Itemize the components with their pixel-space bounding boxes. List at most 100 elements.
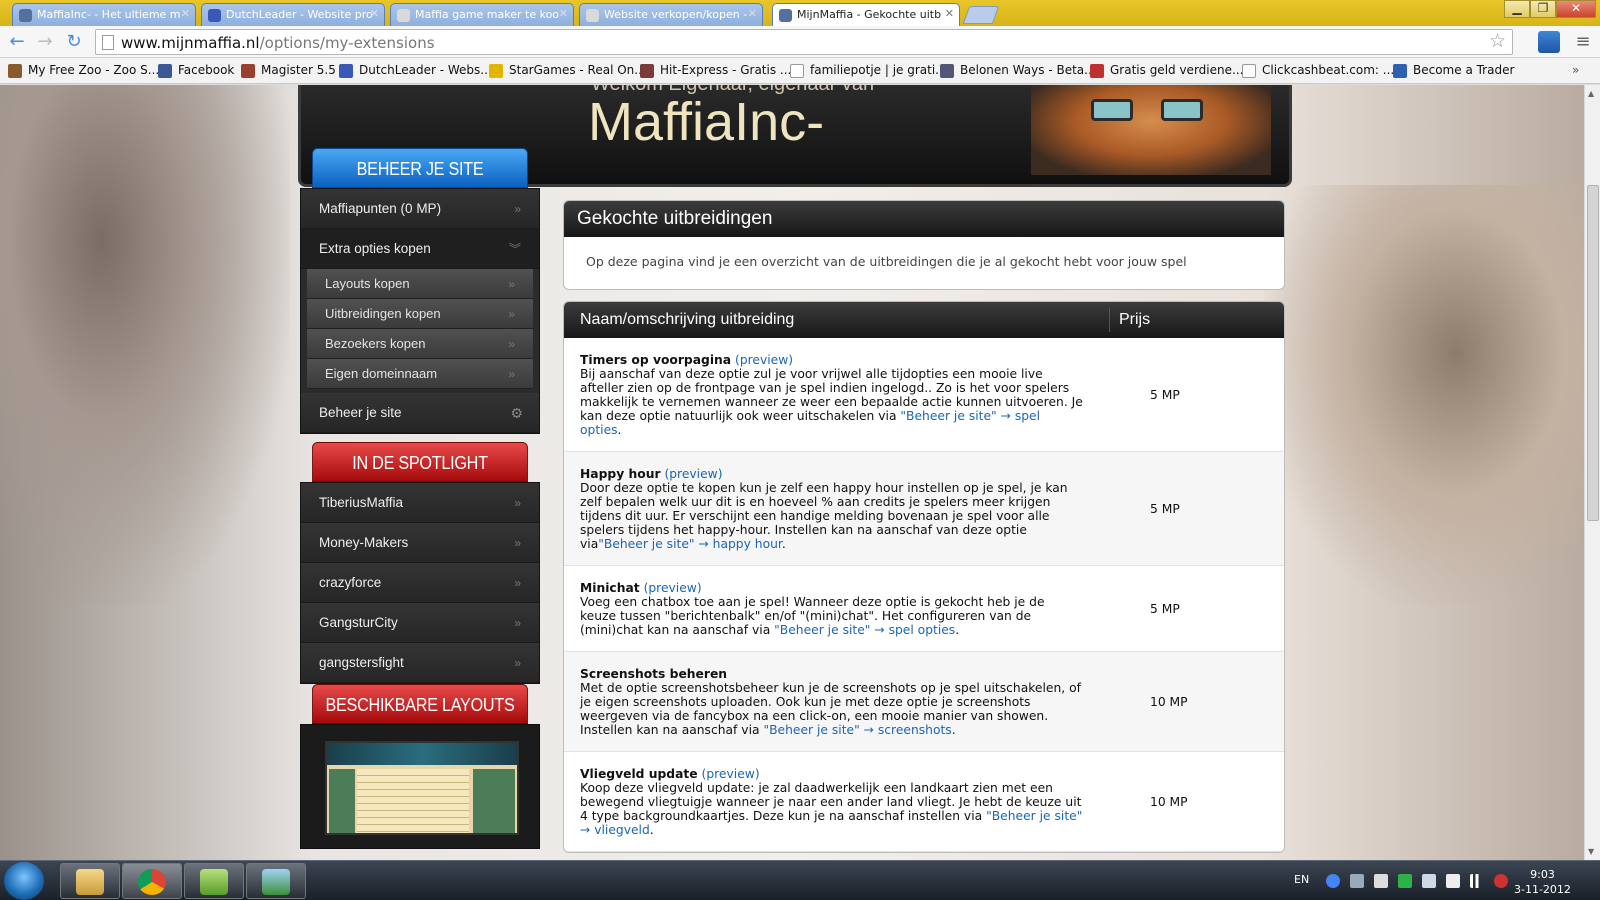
reload-icon[interactable]: ↻ bbox=[63, 31, 85, 53]
tab-maffiainc[interactable]: MaffiaInc- - Het ultieme m ✕ bbox=[12, 3, 196, 26]
manage-site-header: BEHEER JE SITE bbox=[312, 148, 528, 188]
extension-price: 10 MP bbox=[1150, 694, 1188, 709]
more-bookmarks-icon[interactable]: » bbox=[1572, 63, 1579, 77]
submenu-item-uitbreidingen[interactable]: Uitbreidingen kopen» bbox=[307, 299, 533, 329]
scroll-down-arrow-icon[interactable]: ▼ bbox=[1588, 847, 1594, 856]
power-icon[interactable] bbox=[1446, 874, 1460, 888]
chrome-icon bbox=[138, 869, 166, 895]
extension-name: Timers op voorpagina bbox=[580, 353, 732, 367]
taskbar-app[interactable] bbox=[184, 863, 244, 899]
preview-link[interactable]: (preview) bbox=[664, 467, 722, 481]
spotlight-item[interactable]: crazyforce» bbox=[301, 563, 539, 603]
close-tab-icon[interactable]: ✕ bbox=[181, 7, 190, 20]
tab-title: DutchLeader - Website pro bbox=[226, 8, 373, 21]
extensions-table: Naam/omschrijving uitbreiding Prijs Time… bbox=[563, 301, 1285, 853]
menu-item-maffiapunten[interactable]: Maffiapunten (0 MP)» bbox=[301, 189, 539, 229]
sentence-end: . bbox=[951, 723, 956, 737]
bookmark-item[interactable]: Hit-Express - Gratis ... bbox=[640, 63, 791, 78]
table-row: Timers op voorpagina (preview) Bij aansc… bbox=[564, 338, 1284, 452]
chevron-right-icon: » bbox=[514, 536, 521, 550]
chevron-down-icon: ︾ bbox=[508, 242, 521, 256]
bookmark-item[interactable]: Gratis geld verdiene... bbox=[1090, 63, 1243, 78]
background-artwork-left bbox=[0, 85, 290, 605]
minimize-button[interactable]: ▁ bbox=[1504, 0, 1530, 18]
page-title: Gekochte uitbreidingen bbox=[564, 201, 1284, 237]
chevron-right-icon: » bbox=[514, 656, 521, 670]
menu-item-beheer[interactable]: Beheer je site ⚙ bbox=[301, 393, 539, 433]
menu-item-extra-opties[interactable]: Extra opties kopen ︾ bbox=[301, 229, 539, 269]
scroll-up-arrow-icon[interactable]: ▲ bbox=[1588, 89, 1594, 98]
close-window-button[interactable]: ✕ bbox=[1556, 0, 1596, 18]
volume-muted-icon[interactable] bbox=[1494, 874, 1508, 888]
spotlight-item[interactable]: Money-Makers» bbox=[301, 523, 539, 563]
system-clock[interactable]: 9:03 3-11-2012 bbox=[1514, 867, 1571, 897]
submenu-item-layouts[interactable]: Layouts kopen» bbox=[307, 269, 533, 299]
close-tab-icon[interactable]: ✕ bbox=[559, 7, 568, 20]
bookmark-item[interactable]: Clickcashbeat.com: ... bbox=[1242, 63, 1394, 78]
spotlight-item[interactable]: TiberiusMaffia» bbox=[301, 483, 539, 523]
bookmark-favicon-icon bbox=[940, 64, 954, 78]
check-icon[interactable] bbox=[1398, 874, 1412, 888]
spotlight-item[interactable]: GangsturCity» bbox=[301, 603, 539, 643]
chrome-tray-icon[interactable] bbox=[1326, 874, 1340, 888]
bookmark-item[interactable]: familiepotje | je grati... bbox=[790, 63, 947, 78]
bookmark-item[interactable]: DutchLeader - Webs... bbox=[339, 63, 492, 78]
bookmark-item[interactable]: Magister 5.5 bbox=[241, 63, 336, 78]
spotlight-item[interactable]: gangstersfight» bbox=[301, 643, 539, 683]
settings-link[interactable]: "Beheer je site" → spel opties bbox=[774, 623, 955, 637]
taskbar-app[interactable] bbox=[246, 863, 306, 899]
flag-icon[interactable] bbox=[1374, 874, 1388, 888]
start-button[interactable] bbox=[4, 862, 44, 900]
bookmark-item[interactable]: My Free Zoo - Zoo S... bbox=[8, 63, 159, 78]
tab-mijnmaffia[interactable]: MijnMaffia - Gekochte uitb ✕ bbox=[772, 3, 960, 27]
intro-text: Op deze pagina vind je een overzicht van… bbox=[586, 254, 1187, 269]
taskbar-chrome[interactable] bbox=[122, 863, 182, 899]
address-bar[interactable]: www.mijnmaffia.nl/options/my-extensions … bbox=[95, 29, 1513, 55]
language-indicator[interactable]: EN bbox=[1294, 873, 1309, 886]
forward-arrow-icon[interactable]: → bbox=[34, 31, 56, 53]
tab-dutchleader[interactable]: DutchLeader - Website pro ✕ bbox=[201, 3, 385, 26]
money-icon bbox=[200, 869, 228, 895]
bookmark-favicon-icon bbox=[1393, 64, 1407, 78]
tab-website-verkopen[interactable]: Website verkopen/kopen - ✕ bbox=[579, 3, 763, 26]
browser-toolbar: ← → ↻ www.mijnmaffia.nl/options/my-exten… bbox=[0, 26, 1600, 58]
scrollbar-thumb[interactable] bbox=[1587, 185, 1599, 521]
maximize-button[interactable]: ❐ bbox=[1530, 0, 1556, 18]
back-arrow-icon[interactable]: ← bbox=[6, 31, 28, 53]
menu-icon[interactable]: ≡ bbox=[1572, 31, 1594, 53]
browser-tab-strip: MaffiaInc- - Het ultieme m ✕ DutchLeader… bbox=[0, 0, 1600, 27]
display-icon[interactable] bbox=[1422, 874, 1436, 888]
chevron-right-icon: » bbox=[508, 307, 515, 321]
layout-thumbnail[interactable] bbox=[325, 741, 519, 835]
column-divider bbox=[1109, 308, 1110, 332]
close-tab-icon[interactable]: ✕ bbox=[370, 7, 379, 20]
bookmark-favicon-icon bbox=[8, 64, 22, 78]
layout-thumb-header bbox=[327, 743, 517, 765]
windows-taskbar: EN 9:03 3-11-2012 bbox=[0, 860, 1600, 900]
chevron-right-icon: » bbox=[514, 496, 521, 510]
close-tab-icon[interactable]: ✕ bbox=[748, 7, 757, 20]
new-tab-button[interactable] bbox=[962, 6, 1000, 24]
bookmark-star-icon[interactable]: ☆ bbox=[1489, 30, 1506, 52]
settings-link[interactable]: "Beheer je site" → screenshots bbox=[763, 723, 951, 737]
settings-link[interactable]: "Beheer je site" → happy hour bbox=[598, 537, 782, 551]
submenu-item-domeinnaam[interactable]: Eigen domeinnaam» bbox=[307, 359, 533, 389]
tab-maffia-game-maker[interactable]: Maffia game maker te koo ✕ bbox=[390, 3, 574, 26]
bookmark-item[interactable]: Facebook bbox=[158, 63, 234, 78]
bookmark-item[interactable]: StarGames - Real On... bbox=[489, 63, 646, 78]
page-icon bbox=[102, 35, 114, 50]
close-tab-icon[interactable]: ✕ bbox=[945, 7, 954, 20]
submenu-item-bezoekers[interactable]: Bezoekers kopen» bbox=[307, 329, 533, 359]
signal-icon[interactable] bbox=[1470, 874, 1484, 888]
extension-icon[interactable] bbox=[1538, 31, 1560, 53]
preview-link[interactable]: (preview) bbox=[735, 353, 793, 367]
preview-link[interactable]: (preview) bbox=[644, 581, 702, 595]
page-scrollbar[interactable]: ▲ ▼ bbox=[1584, 85, 1600, 860]
bookmark-item[interactable]: Belonen Ways - Beta... bbox=[940, 63, 1096, 78]
tab-title: MaffiaInc- - Het ultieme m bbox=[37, 8, 181, 21]
network-device-icon[interactable] bbox=[1350, 874, 1364, 888]
preview-link[interactable]: (preview) bbox=[702, 767, 760, 781]
table-row: Minichat (preview) Voeg een chatbox toe … bbox=[564, 566, 1284, 652]
bookmark-item[interactable]: Become a Trader bbox=[1393, 63, 1514, 78]
taskbar-explorer[interactable] bbox=[60, 863, 120, 899]
